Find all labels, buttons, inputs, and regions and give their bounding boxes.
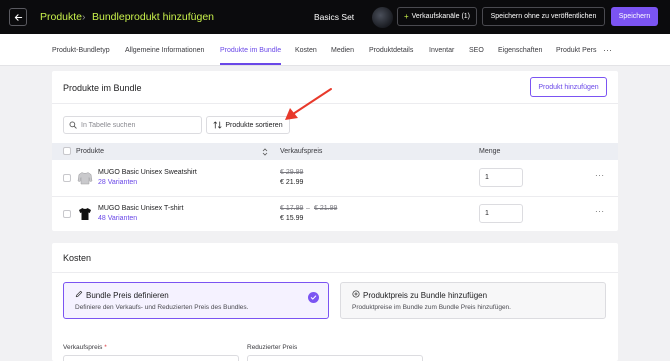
check-circle-icon	[308, 292, 319, 303]
quantity-input[interactable]: 1	[479, 204, 523, 223]
top-bar: Produkte › Bundleprodukt hinzufügen Basi…	[0, 0, 670, 34]
row-actions-icon[interactable]: ···	[595, 171, 605, 180]
active-tab-indicator	[220, 63, 281, 65]
pencil-icon	[75, 290, 83, 298]
option-define-bundle-price[interactable]: Bundle Preis definieren Definiere den Ve…	[63, 282, 329, 319]
original-price-min: € 17.99	[280, 205, 304, 212]
product-title: Basics Set	[314, 12, 355, 22]
required-marker: *	[104, 344, 107, 351]
price-range-separator: –	[306, 205, 310, 212]
sales-channels-button[interactable]: + Verkaufskanäle (1)	[397, 7, 477, 26]
option-add-description: Produktpreise im Bundle zum Bundle Preis…	[352, 304, 511, 311]
search-input[interactable]	[81, 121, 191, 129]
row-checkbox[interactable]	[63, 174, 71, 182]
option-define-title: Bundle Preis definieren	[86, 291, 169, 300]
tab-seo[interactable]: SEO	[469, 47, 484, 54]
original-price-max: € 21.99	[314, 205, 338, 212]
section-title-costs: Kosten	[63, 253, 92, 263]
tab-product-pers[interactable]: Produkt Pers	[556, 47, 596, 54]
option-add-title: Produktpreis zu Bundle hinzufügen	[363, 291, 488, 300]
tab-properties[interactable]: Eigenschaften	[498, 47, 542, 54]
section-title-products: Produkte im Bundle	[63, 83, 142, 93]
tab-bar: Produkt-Bundletyp Allgemeine Information…	[0, 34, 670, 66]
costs-card: Kosten Bundle Preis definieren Definiere…	[52, 243, 618, 361]
reduced-price-label: Reduzierter Preis	[247, 344, 298, 351]
quantity-input[interactable]: 1	[479, 168, 523, 187]
option-define-description: Definiere den Verkaufs- und Reduzierten …	[75, 304, 249, 311]
tab-products-in-bundle[interactable]: Produkte im Bundle	[220, 47, 281, 54]
tshirt-icon	[79, 208, 91, 220]
table-row: MUGO Basic Unisex T-shirt 48 Varianten €…	[52, 196, 618, 232]
tab-inventory[interactable]: Inventar	[429, 47, 454, 54]
product-variants-link[interactable]: 48 Varianten	[98, 215, 137, 222]
tab-product-details[interactable]: Produktdetails	[369, 47, 413, 54]
original-price: € 29.99	[280, 169, 304, 176]
add-product-button[interactable]: Produkt hinzufügen	[530, 77, 607, 97]
sort-products-label: Produkte sortieren	[225, 121, 283, 129]
table-search[interactable]	[63, 116, 202, 134]
column-header-price: Verkaufspreis	[280, 148, 323, 155]
option-add-product-prices[interactable]: Produktpreis zu Bundle hinzufügen Produk…	[340, 282, 606, 319]
sweatshirt-icon	[77, 172, 93, 185]
sort-products-button[interactable]: Produkte sortieren	[206, 116, 290, 134]
products-in-bundle-card: Produkte im Bundle Produkt hinzufügen Pr…	[52, 71, 618, 231]
product-variants-link[interactable]: 28 Varianten	[98, 179, 137, 186]
tab-general-info[interactable]: Allgemeine Informationen	[125, 47, 204, 54]
sales-channels-label: Verkaufskanäle (1)	[411, 13, 471, 20]
more-tabs-icon[interactable]: ···	[603, 45, 612, 55]
section-divider	[52, 103, 618, 104]
back-button[interactable]	[9, 8, 27, 26]
breadcrumb-chevron-icon: ›	[82, 11, 86, 23]
row-checkbox[interactable]	[63, 210, 71, 218]
sort-toggle-icon[interactable]	[262, 148, 268, 156]
product-thumbnail	[372, 7, 393, 28]
table-header: Produkte Verkaufspreis Menge	[52, 143, 618, 160]
sale-price: € 21.99	[280, 179, 304, 186]
tab-costs[interactable]: Kosten	[295, 47, 317, 54]
column-header-quantity: Menge	[479, 148, 501, 155]
plus-icon: +	[403, 12, 409, 21]
sort-icon	[213, 121, 222, 129]
section-divider	[52, 272, 618, 273]
save-without-publish-button[interactable]: Speichern ohne zu veröffentlichen	[482, 7, 605, 26]
sale-price-label: Verkaufspreis *	[63, 344, 107, 351]
breadcrumb-current: Bundleprodukt hinzufügen	[92, 11, 215, 23]
column-header-products[interactable]: Produkte	[76, 148, 104, 155]
breadcrumb-products[interactable]: Produkte	[40, 11, 82, 23]
table-row: MUGO Basic Unisex Sweatshirt 28 Variante…	[52, 160, 618, 196]
product-name: MUGO Basic Unisex Sweatshirt	[98, 169, 197, 176]
reduced-price-input[interactable]	[247, 355, 423, 361]
product-name: MUGO Basic Unisex T-shirt	[98, 205, 184, 212]
tab-bundle-type[interactable]: Produkt-Bundletyp	[52, 47, 110, 54]
row-actions-icon[interactable]: ···	[595, 207, 605, 216]
search-icon	[69, 121, 77, 129]
tab-media[interactable]: Medien	[331, 47, 354, 54]
arrow-left-icon	[14, 13, 22, 21]
select-all-checkbox[interactable]	[63, 147, 71, 155]
plus-circle-icon	[352, 290, 360, 298]
save-button[interactable]: Speichern	[611, 7, 658, 26]
sale-price: € 15.99	[280, 215, 304, 222]
sale-price-input[interactable]	[63, 355, 239, 361]
